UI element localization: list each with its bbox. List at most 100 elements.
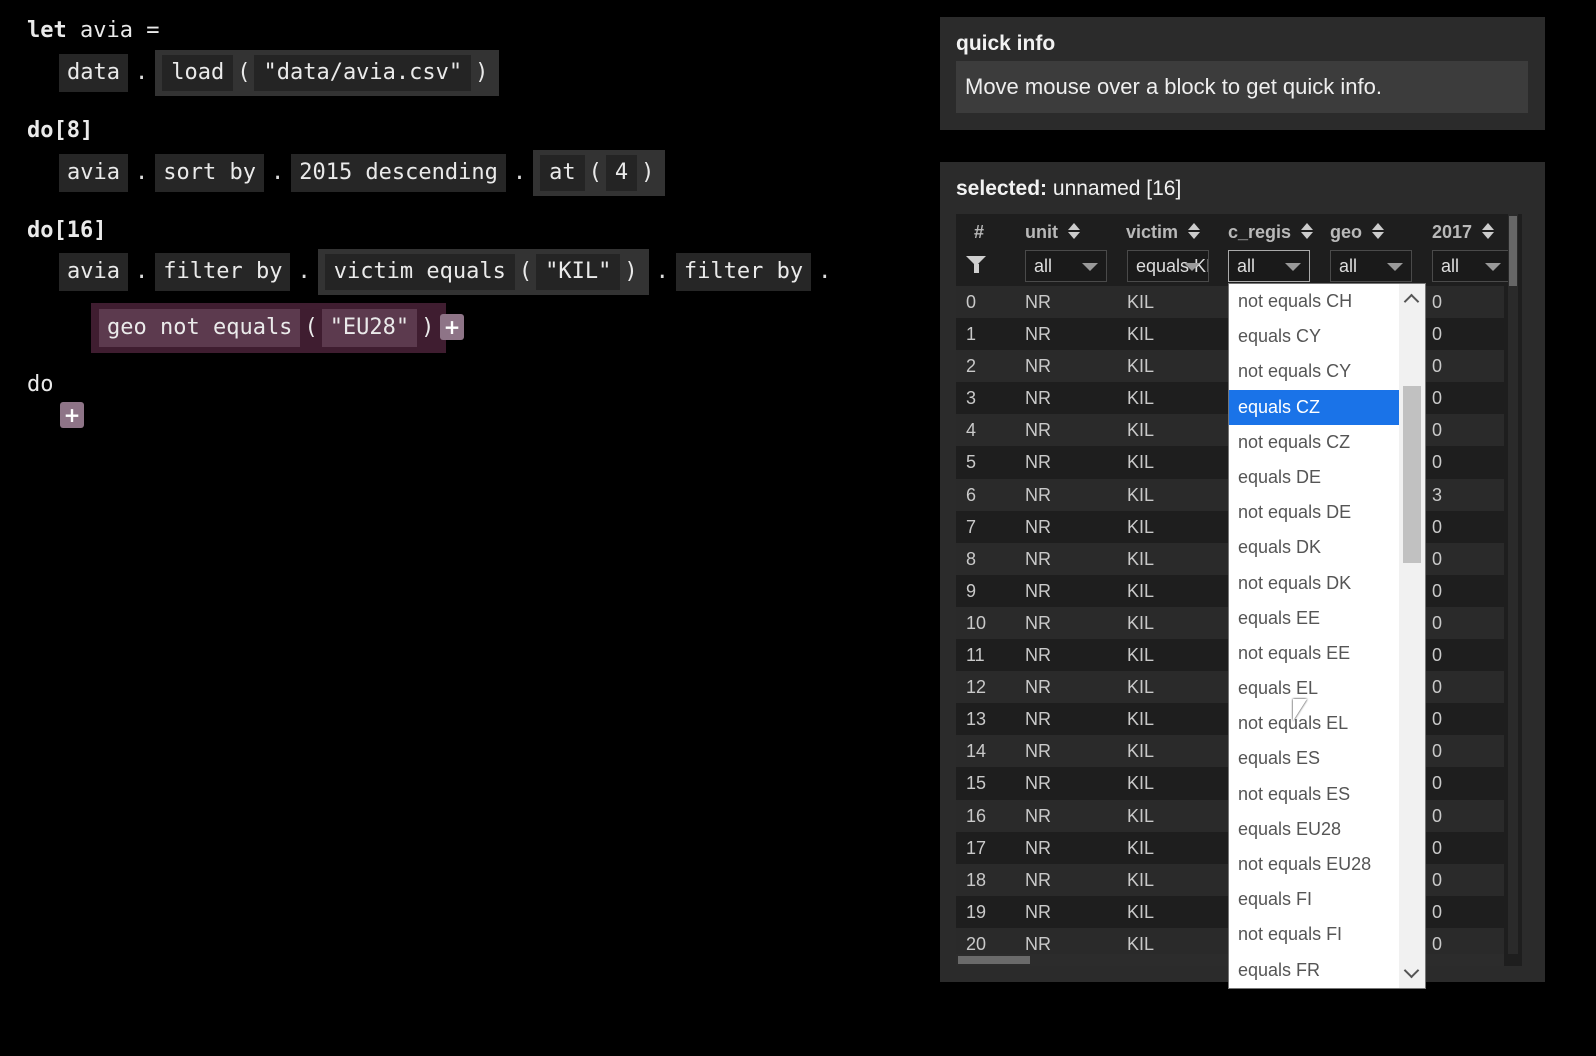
dropdown-option[interactable]: not equals CZ bbox=[1229, 425, 1425, 460]
column-header-geo[interactable]: geo bbox=[1330, 214, 1385, 250]
avia-block[interactable]: avia bbox=[59, 154, 128, 192]
sort-icon[interactable] bbox=[1482, 223, 1495, 240]
do-empty-heading: do bbox=[27, 372, 54, 397]
cell-victim: KIL bbox=[1127, 773, 1155, 794]
variable-name: avia bbox=[80, 18, 133, 43]
scrollbar-thumb[interactable] bbox=[1403, 386, 1421, 563]
scroll-up-chevron-icon[interactable] bbox=[1403, 293, 1420, 310]
column-header-index[interactable]: # bbox=[974, 214, 984, 250]
at-call-block[interactable]: at(4) bbox=[533, 150, 666, 196]
do-count: [16] bbox=[53, 218, 107, 243]
geo-not-equals-block[interactable]: geo not equals bbox=[99, 309, 301, 347]
victim-equals-call-block[interactable]: victim equals("KIL") bbox=[317, 249, 649, 295]
filter-select-unit[interactable]: all bbox=[1025, 250, 1107, 282]
index-block[interactable]: 4 bbox=[605, 155, 638, 191]
do-8-heading: do[8] bbox=[27, 118, 93, 143]
dot: . bbox=[818, 259, 832, 284]
dropdown-scrollbar[interactable] bbox=[1399, 284, 1425, 988]
cell-index: 11 bbox=[966, 645, 985, 666]
data-block[interactable]: data bbox=[59, 54, 128, 92]
plus-icon[interactable]: + bbox=[60, 402, 84, 428]
victim-equals-block[interactable]: victim equals bbox=[324, 254, 515, 290]
cell-2017: 0 bbox=[1432, 420, 1443, 441]
column-header-unit[interactable]: unit bbox=[1025, 214, 1080, 250]
cell-victim: KIL bbox=[1127, 292, 1155, 312]
column-label: # bbox=[974, 222, 985, 242]
dropdown-option[interactable]: not equals ES bbox=[1229, 777, 1425, 812]
filter-by-block[interactable]: filter by bbox=[155, 253, 291, 291]
open-paren: ( bbox=[237, 60, 251, 85]
scrollbar-thumb[interactable] bbox=[958, 956, 1030, 964]
dropdown-option[interactable]: equals FI bbox=[1229, 882, 1425, 917]
dropdown-option[interactable]: not equals DE bbox=[1229, 495, 1425, 530]
dropdown-option[interactable]: equals EU28 bbox=[1229, 812, 1425, 847]
kil-string-block[interactable]: "KIL" bbox=[536, 254, 621, 290]
dropdown-option[interactable]: equals EL bbox=[1229, 671, 1425, 706]
add-block-button[interactable]: + bbox=[440, 314, 464, 340]
cell-2017: 0 bbox=[1432, 612, 1443, 633]
cell-index: 12 bbox=[966, 677, 987, 698]
cell-index: 9 bbox=[966, 580, 977, 601]
cell-index: 0 bbox=[966, 292, 977, 312]
sort-icon[interactable] bbox=[1188, 223, 1201, 240]
cell-index: 4 bbox=[966, 420, 977, 441]
selected-heading: selected: unnamed [16] bbox=[956, 177, 1181, 201]
dropdown-option[interactable]: not equals CH bbox=[1229, 284, 1425, 319]
cell-unit: NR bbox=[1025, 773, 1051, 794]
eu28-string-block[interactable]: "EU28" bbox=[321, 309, 418, 347]
c-regis-filter-dropdown-list[interactable]: not equals CH equals CY not equals CY equal… bbox=[1228, 283, 1426, 989]
cell-index: 3 bbox=[966, 388, 977, 409]
dropdown-option[interactable]: not equals CY bbox=[1229, 354, 1425, 389]
add-command-button[interactable]: + bbox=[60, 402, 84, 428]
avia-block[interactable]: avia bbox=[59, 253, 128, 291]
cell-2017: 0 bbox=[1432, 388, 1443, 409]
cell-victim: KIL bbox=[1127, 709, 1155, 730]
cell-2017: 0 bbox=[1432, 292, 1443, 312]
dropdown-option[interactable]: not equals DK bbox=[1229, 566, 1425, 601]
cell-victim: KIL bbox=[1127, 324, 1155, 345]
dropdown-option[interactable]: equals CZ bbox=[1229, 389, 1425, 425]
dropdown-option[interactable]: not equals EL bbox=[1229, 706, 1425, 741]
column-header-victim[interactable]: victim bbox=[1126, 214, 1201, 250]
filter-select-2017[interactable]: all bbox=[1432, 250, 1510, 282]
cell-unit: NR bbox=[1025, 612, 1051, 633]
selected-name: unnamed [16] bbox=[1052, 177, 1182, 200]
filter-select-victim[interactable]: equals KI bbox=[1127, 250, 1209, 282]
sort-by-block[interactable]: sort by bbox=[155, 154, 264, 192]
scroll-down-chevron-icon[interactable] bbox=[1403, 962, 1420, 979]
sort-icon[interactable] bbox=[1301, 223, 1314, 240]
grid-vertical-scrollbar[interactable] bbox=[1508, 214, 1518, 954]
dropdown-option[interactable]: equals ES bbox=[1229, 741, 1425, 776]
at-block[interactable]: at bbox=[540, 155, 585, 191]
dropdown-option[interactable]: equals DE bbox=[1229, 460, 1425, 495]
cell-unit: NR bbox=[1025, 292, 1051, 312]
sort-icon[interactable] bbox=[1068, 223, 1080, 240]
dropdown-option[interactable]: equals DK bbox=[1229, 530, 1425, 565]
column-header-c-regis[interactable]: c_regis bbox=[1228, 214, 1314, 250]
load-block[interactable]: load bbox=[162, 55, 234, 91]
sort-icon[interactable] bbox=[1372, 223, 1385, 240]
dropdown-option[interactable]: equals CY bbox=[1229, 319, 1425, 354]
dot: . bbox=[297, 259, 311, 284]
dropdown-option[interactable]: equals EE bbox=[1229, 601, 1425, 636]
column-header-2017[interactable]: 2017 bbox=[1432, 214, 1495, 250]
load-call-block[interactable]: load("data/avia.csv") bbox=[155, 50, 500, 96]
path-string-block[interactable]: "data/avia.csv" bbox=[254, 55, 472, 91]
geo-not-equals-call-block[interactable]: geo not equals("EU28") bbox=[91, 303, 447, 353]
filter-by-block-2[interactable]: filter by bbox=[675, 253, 812, 291]
cell-victim: KIL bbox=[1127, 484, 1155, 505]
filter-select-geo[interactable]: all bbox=[1330, 250, 1412, 282]
cell-2017: 0 bbox=[1432, 645, 1443, 666]
cell-unit: NR bbox=[1025, 741, 1051, 762]
plus-icon[interactable]: + bbox=[440, 314, 464, 340]
dropdown-option[interactable]: not equals FI bbox=[1229, 917, 1425, 952]
sort-arg-block[interactable]: 2015 descending bbox=[291, 154, 506, 192]
scrollbar-thumb[interactable] bbox=[1509, 216, 1517, 286]
open-paren: ( bbox=[588, 160, 602, 185]
dot: . bbox=[134, 60, 149, 85]
filter-select-c-regis[interactable]: all bbox=[1228, 250, 1310, 282]
dropdown-option[interactable]: not equals EU28 bbox=[1229, 847, 1425, 882]
dropdown-option[interactable]: equals FR bbox=[1229, 953, 1425, 988]
cell-unit: NR bbox=[1025, 901, 1051, 922]
dropdown-option[interactable]: not equals EE bbox=[1229, 636, 1425, 671]
